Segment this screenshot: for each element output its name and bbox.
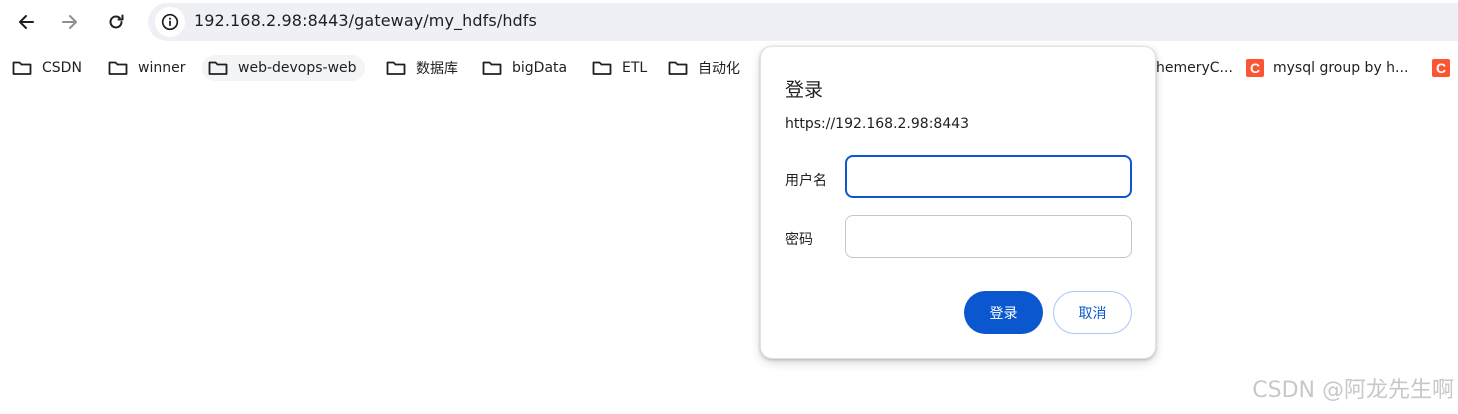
bookmark-label: CSDN	[42, 60, 82, 76]
bookmark-database[interactable]: 数据库	[386, 55, 458, 81]
browser-toolbar: 192.168.2.98:8443/gateway/my_hdfs/hdfs	[0, 0, 1458, 44]
reload-icon	[109, 14, 124, 29]
address-bar[interactable]: 192.168.2.98:8443/gateway/my_hdfs/hdfs	[148, 3, 1458, 41]
reload-button[interactable]	[100, 6, 132, 38]
bookmark-hemery[interactable]: hemeryC...	[1156, 55, 1233, 81]
password-label: 密码	[785, 232, 813, 248]
login-button[interactable]: 登录	[964, 291, 1043, 334]
bookmark-mysql-group-by[interactable]: C mysql group by h...	[1246, 55, 1408, 81]
bookmark-automation[interactable]: 自动化	[668, 55, 740, 81]
site-info-button[interactable]	[155, 7, 185, 37]
bookmark-bigdata[interactable]: bigData	[482, 55, 567, 81]
bookmark-label: 数据库	[416, 61, 458, 77]
back-button[interactable]	[10, 6, 42, 38]
password-input[interactable]	[845, 215, 1132, 258]
login-dialog: 登录 https://192.168.2.98:8443 用户名 密码 登录 取…	[760, 46, 1156, 359]
bookmark-label: ETL	[622, 60, 648, 76]
browser-window: 192.168.2.98:8443/gateway/my_hdfs/hdfs C…	[0, 0, 1458, 414]
username-input[interactable]	[845, 155, 1132, 198]
forward-button[interactable]	[54, 6, 86, 38]
bookmark-web-devops-web[interactable]: web-devops-web	[202, 55, 365, 81]
csdn-watermark: CSDN @阿龙先生啊	[1252, 378, 1454, 403]
bookmark-label: web-devops-web	[238, 60, 357, 76]
bookmarks-bar: CSDN winner web-devops-web 数据库 bigData E…	[0, 52, 1458, 84]
bookmark-etl[interactable]: ETL	[592, 55, 647, 81]
arrow-left-icon	[19, 15, 34, 29]
csdn-favicon-icon: C	[1432, 59, 1450, 77]
bookmark-csdn-overflow[interactable]: C	[1432, 55, 1458, 81]
folder-icon	[208, 61, 228, 75]
info-circle-icon	[161, 13, 179, 31]
bookmark-csdn[interactable]: CSDN	[12, 55, 82, 81]
cancel-button[interactable]: 取消	[1053, 291, 1132, 334]
username-label: 用户名	[785, 173, 827, 189]
dialog-title: 登录	[785, 79, 824, 101]
bookmark-label: hemeryC...	[1156, 60, 1233, 76]
bookmark-label: 自动化	[698, 61, 740, 77]
folder-icon	[12, 61, 32, 75]
url-text[interactable]: 192.168.2.98:8443/gateway/my_hdfs/hdfs	[194, 11, 537, 30]
bookmark-label: bigData	[512, 60, 568, 76]
folder-icon	[386, 61, 406, 75]
csdn-favicon-icon: C	[1246, 59, 1264, 77]
dialog-origin: https://192.168.2.98:8443	[785, 116, 970, 132]
bookmark-label: winner	[138, 60, 186, 76]
folder-icon	[482, 61, 502, 75]
folder-icon	[668, 61, 688, 75]
folder-icon	[108, 61, 128, 75]
bookmark-winner[interactable]: winner	[108, 55, 185, 81]
arrow-right-icon	[62, 15, 77, 29]
bookmark-label: mysql group by h...	[1273, 60, 1409, 76]
folder-icon	[592, 61, 612, 75]
